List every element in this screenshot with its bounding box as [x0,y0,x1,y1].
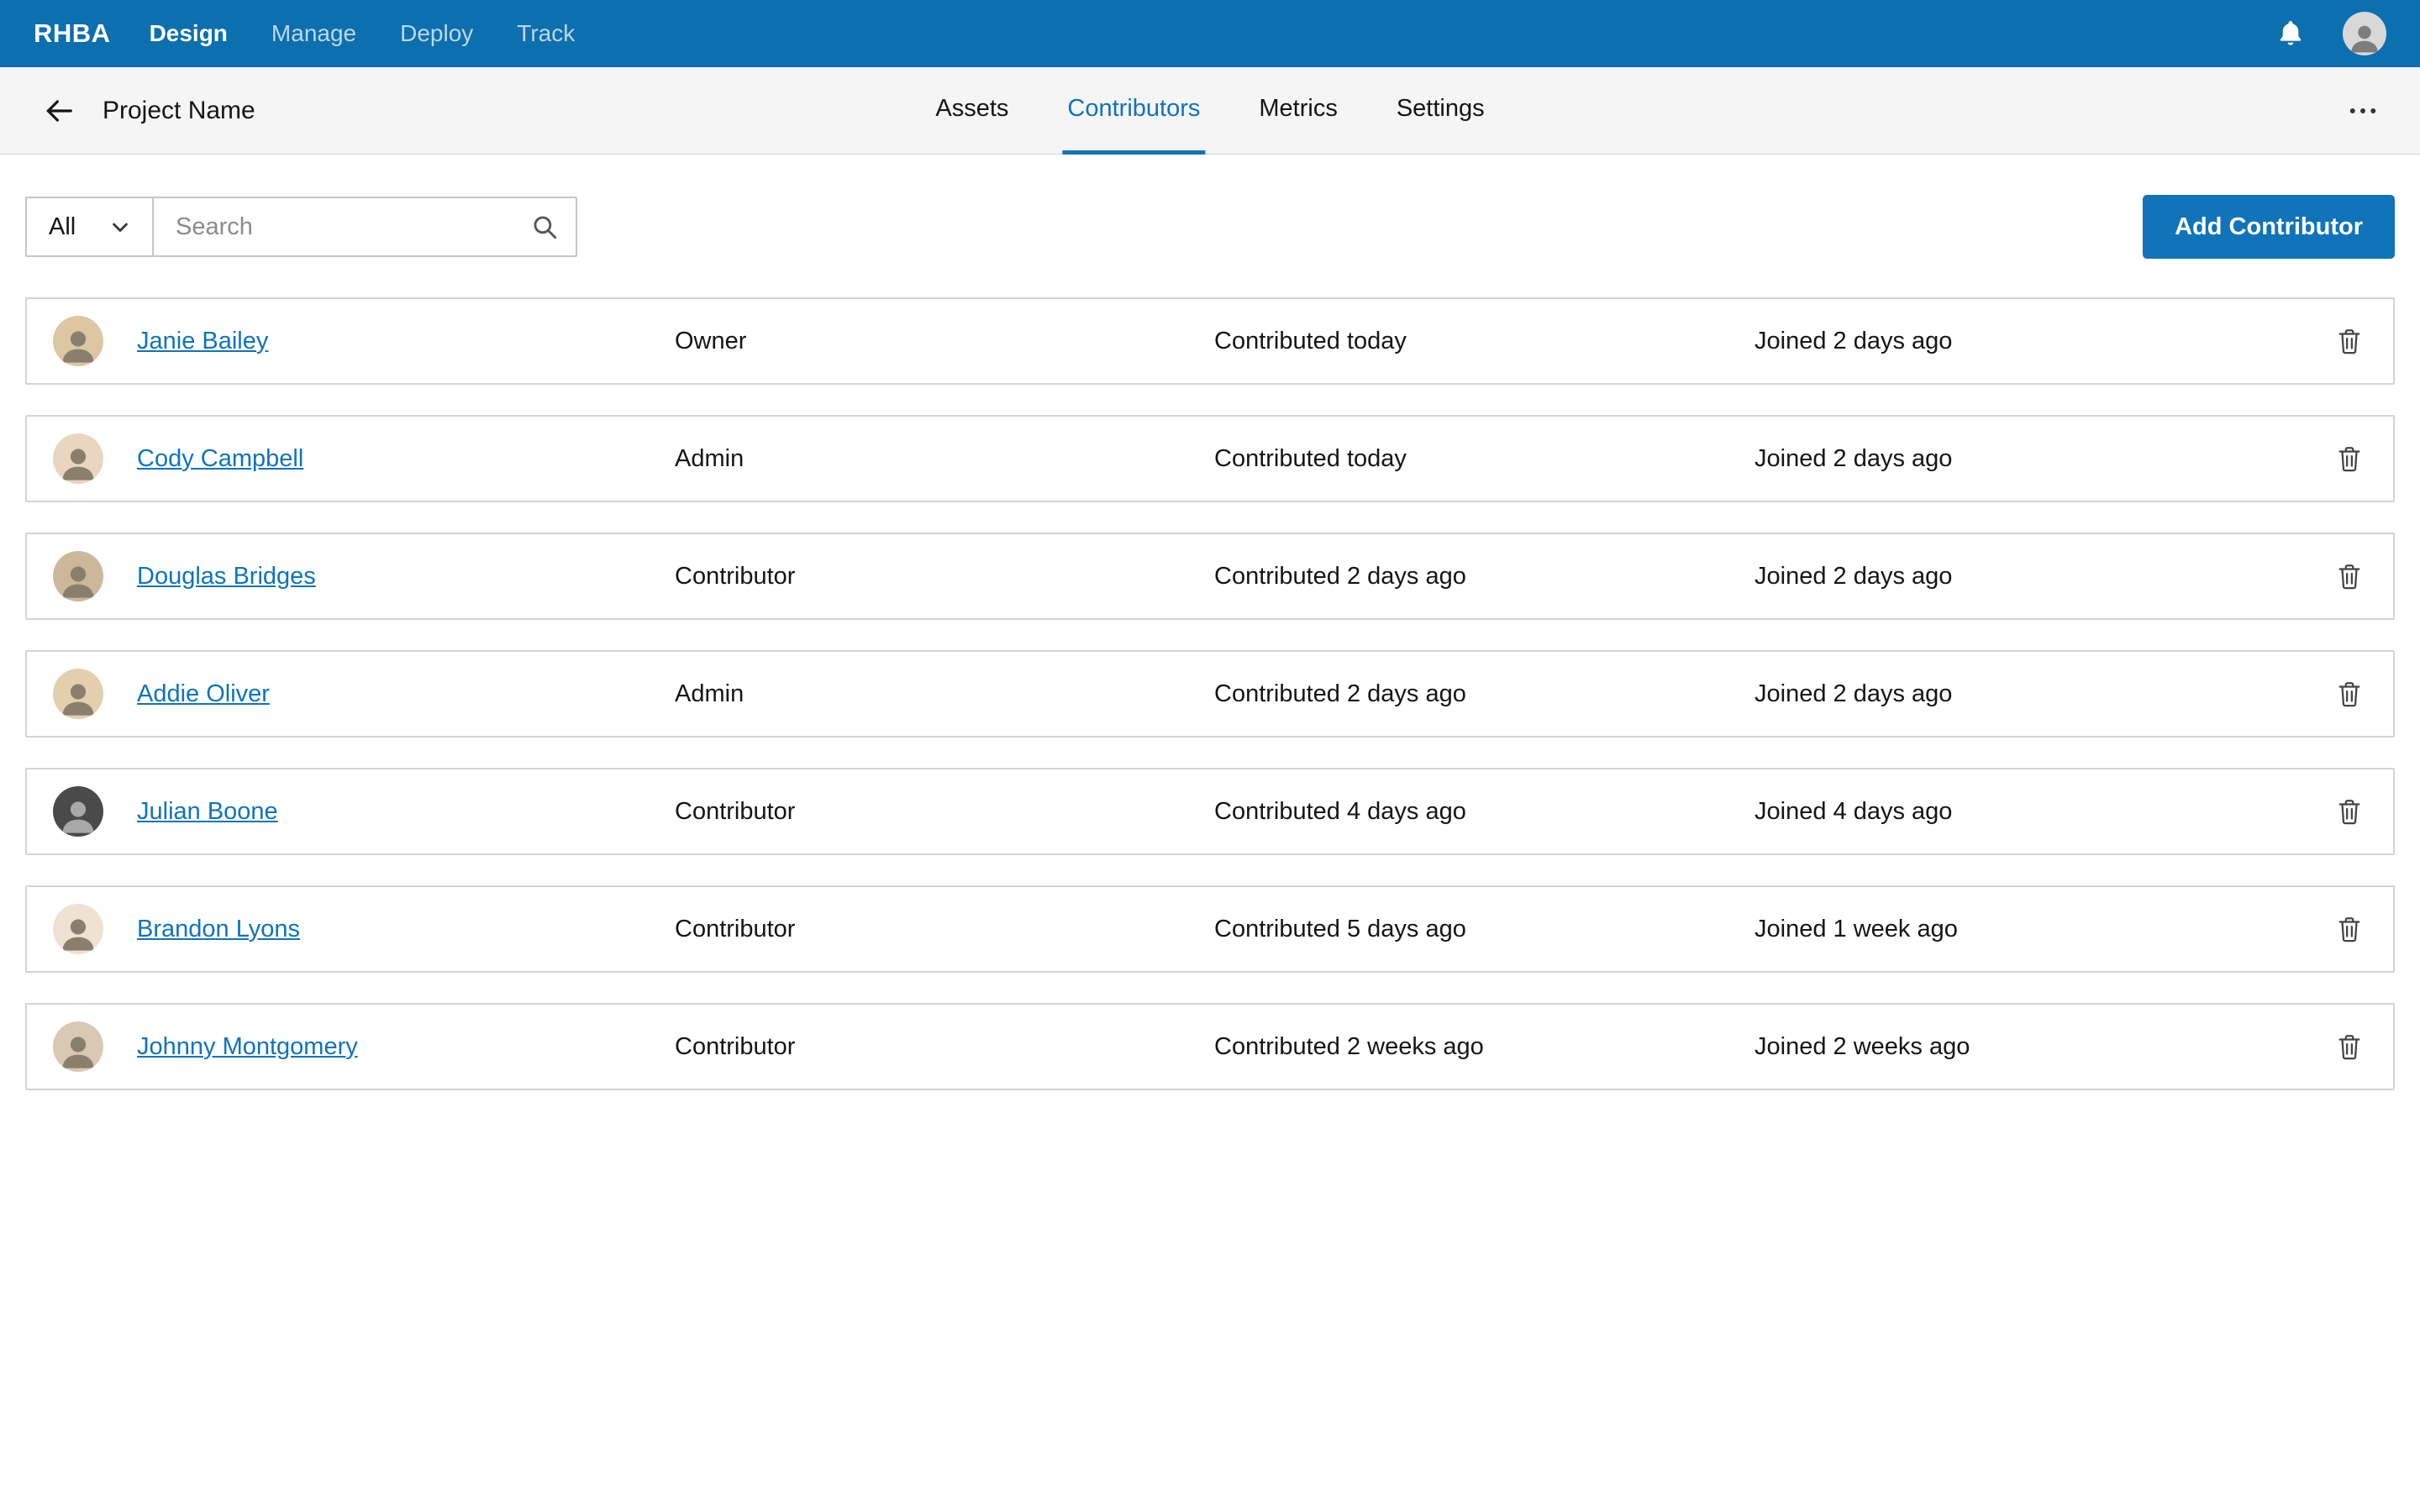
top-navbar: RHBA Design Manage Deploy Track [0,0,2420,67]
contributor-joined: Joined 2 days ago [1754,444,1953,472]
contributor-name-link[interactable]: Addie Oliver [137,680,675,708]
contributor-role: Admin [675,680,744,707]
contributor-row: Brandon Lyons Contributor Contributed 5 … [25,885,2395,973]
trash-icon [2335,1032,2364,1061]
contributor-role: Admin [675,444,744,472]
notifications-button[interactable] [2270,13,2311,54]
contributor-row: Julian Boone Contributor Contributed 4 d… [25,768,2395,855]
kebab-horizontal-icon [2345,93,2381,129]
brand-logo[interactable]: RHBA [34,18,111,49]
delete-contributor-button[interactable] [2328,790,2371,833]
person-icon [2346,18,2383,55]
trash-icon [2335,680,2364,708]
delete-contributor-button[interactable] [2328,672,2371,716]
trash-icon [2335,562,2364,591]
delete-contributor-button[interactable] [2328,907,2371,951]
bell-icon [2275,18,2306,49]
contributor-joined: Joined 2 days ago [1754,327,1953,354]
contributor-row: Addie Oliver Admin Contributed 2 days ag… [25,650,2395,738]
contributors-list: Janie Bailey Owner Contributed today Joi… [25,297,2395,1090]
delete-contributor-button[interactable] [2328,554,2371,598]
contributor-avatar [53,1021,103,1072]
contributor-joined: Joined 1 week ago [1754,915,1958,942]
trash-icon [2335,444,2364,473]
contributor-joined: Joined 2 weeks ago [1754,1032,1970,1060]
contributor-name-link[interactable]: Johnny Montgomery [137,1033,675,1061]
contributor-avatar [53,433,103,484]
contributor-name-link[interactable]: Janie Bailey [137,328,675,355]
contributor-name-link[interactable]: Douglas Bridges [137,563,675,591]
contributor-avatar [53,316,103,366]
filter-select[interactable]: All [25,197,154,257]
trash-icon [2335,327,2364,355]
nav-item-track[interactable]: Track [495,0,597,67]
nav-item-design[interactable]: Design [128,0,250,67]
contributor-role: Owner [675,327,747,354]
search-input[interactable] [152,197,577,257]
contributor-last-contributed: Contributed 4 days ago [1214,797,1466,825]
contributor-avatar [53,669,103,719]
nav-item-deploy[interactable]: Deploy [378,0,495,67]
page-title: Project Name [103,96,255,124]
delete-contributor-button[interactable] [2328,437,2371,480]
contributor-last-contributed: Contributed 2 days ago [1214,680,1466,707]
contributor-last-contributed: Contributed 2 days ago [1214,562,1466,590]
contributor-name-link[interactable]: Julian Boone [137,798,675,826]
overflow-menu-button[interactable] [2343,91,2383,131]
search-icon[interactable] [530,213,559,241]
contributor-last-contributed: Contributed today [1214,327,1407,354]
page-header: Project Name Assets Contributors Metrics… [0,67,2420,155]
topnav-right [2270,12,2386,55]
delete-contributor-button[interactable] [2328,1025,2371,1068]
add-contributor-button[interactable]: Add Contributor [2143,195,2395,259]
project-tabs: Assets Contributors Metrics Settings [930,67,1489,155]
contributor-name-link[interactable]: Cody Campbell [137,445,675,473]
trash-icon [2335,915,2364,943]
tab-assets[interactable]: Assets [930,67,1013,155]
contributor-role: Contributor [675,797,796,825]
primary-nav: Design Manage Deploy Track [128,0,597,67]
contributor-last-contributed: Contributed today [1214,444,1407,472]
contributor-row: Johnny Montgomery Contributor Contribute… [25,1003,2395,1090]
contributor-role: Contributor [675,1032,796,1060]
contributor-row: Douglas Bridges Contributor Contributed … [25,533,2395,620]
contributor-role: Contributor [675,915,796,942]
tab-contributors[interactable]: Contributors [1062,67,1206,155]
back-button[interactable] [37,89,81,133]
contributor-joined: Joined 2 days ago [1754,680,1953,707]
nav-item-manage[interactable]: Manage [250,0,378,67]
arrow-left-icon [43,95,75,127]
filter-select-value: All [49,213,76,240]
delete-contributor-button[interactable] [2328,319,2371,363]
contributor-avatar [53,551,103,601]
tab-settings[interactable]: Settings [1392,67,1490,155]
user-avatar[interactable] [2343,12,2386,55]
contributor-name-link[interactable]: Brandon Lyons [137,916,675,943]
trash-icon [2335,797,2364,826]
contributor-row: Janie Bailey Owner Contributed today Joi… [25,297,2395,385]
contributor-row: Cody Campbell Admin Contributed today Jo… [25,415,2395,502]
contributor-role: Contributor [675,562,796,590]
contributors-toolbar: All Add Contributor [0,195,2420,259]
contributor-avatar [53,786,103,837]
chevron-down-icon [110,217,130,237]
search-box [152,197,577,257]
contributor-joined: Joined 2 days ago [1754,562,1953,590]
contributor-last-contributed: Contributed 2 weeks ago [1214,1032,1484,1060]
contributor-avatar [53,904,103,954]
contributor-last-contributed: Contributed 5 days ago [1214,915,1466,942]
tab-metrics[interactable]: Metrics [1254,67,1342,155]
contributor-joined: Joined 4 days ago [1754,797,1953,825]
